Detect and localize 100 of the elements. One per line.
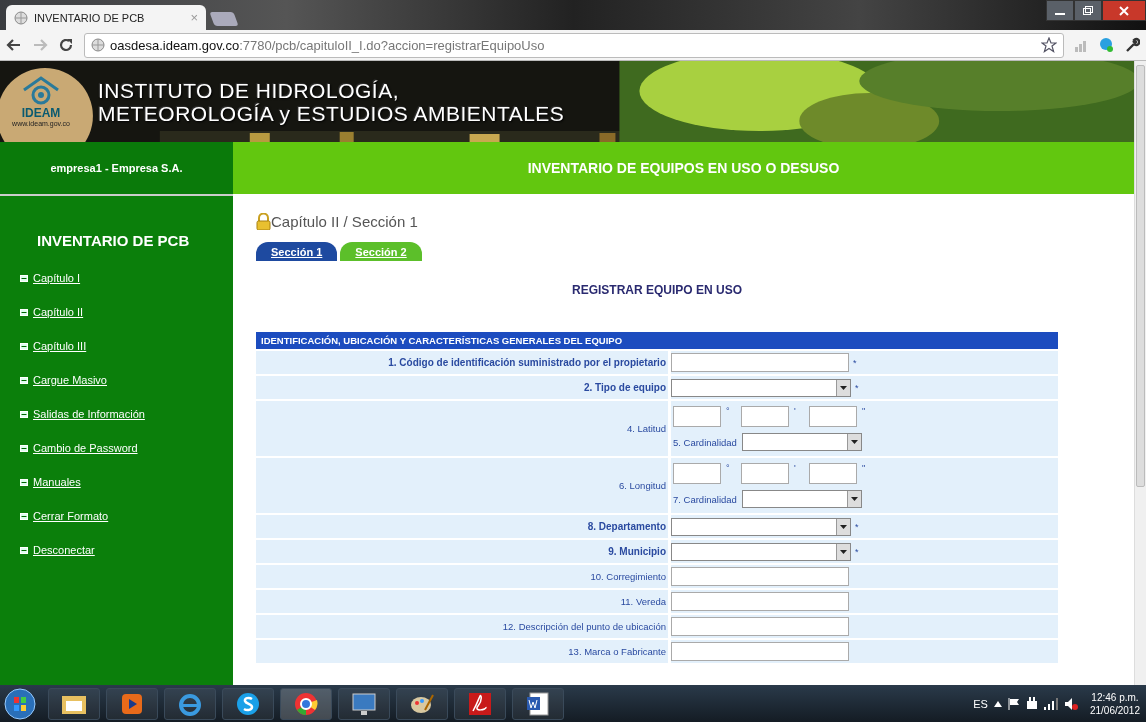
back-icon[interactable] bbox=[6, 37, 22, 53]
caret-icon bbox=[840, 524, 847, 529]
chat-s-icon[interactable] bbox=[222, 687, 274, 720]
input-field[interactable] bbox=[671, 353, 849, 372]
input-field[interactable] bbox=[809, 463, 857, 484]
scrollbar[interactable] bbox=[1134, 61, 1146, 685]
field-label: 1. Código de identificación suministrado por el propietario bbox=[256, 351, 668, 374]
input-field[interactable] bbox=[741, 463, 789, 484]
caret-icon bbox=[850, 497, 858, 501]
padlock-icon bbox=[256, 213, 271, 230]
required-mark: * bbox=[855, 546, 859, 557]
form-title: REGISTRAR EQUIPO EN USO bbox=[571, 283, 743, 297]
field-label: 11. Vereda bbox=[256, 590, 668, 613]
input-field[interactable] bbox=[673, 406, 721, 427]
unit-symbol: " bbox=[862, 406, 867, 416]
input-field[interactable] bbox=[671, 617, 849, 636]
dropdown[interactable] bbox=[671, 517, 851, 536]
maximize-icon bbox=[1082, 5, 1094, 16]
maximize-button[interactable] bbox=[1074, 0, 1102, 21]
section-header: IDENTIFICACIÓN, UBICACIÓN Y CARACTERÍSTICAS GENERALES DEL EQUIPO bbox=[256, 332, 1058, 349]
sidebar-link[interactable]: Salidas de Información bbox=[33, 408, 145, 420]
minimize-icon bbox=[1055, 12, 1065, 15]
time-text: 12:46 p.m. bbox=[1091, 690, 1139, 704]
language-indicator[interactable]: ES bbox=[973, 697, 988, 710]
caret-icon bbox=[850, 440, 858, 444]
close-button[interactable] bbox=[1102, 0, 1146, 21]
browser-tab[interactable]: INVENTARIO DE PCB × bbox=[6, 5, 206, 30]
breadcrumb: Capítulo II / Sección 1 bbox=[271, 213, 418, 230]
document-icon[interactable] bbox=[512, 687, 564, 720]
bullet-icon bbox=[20, 410, 28, 418]
sidebar-link[interactable]: Capítulo III bbox=[33, 340, 87, 352]
close-tab-button[interactable]: × bbox=[190, 10, 198, 25]
sidebar-link[interactable]: Cargue Masivo bbox=[33, 374, 107, 386]
monitor-icon[interactable] bbox=[338, 687, 390, 720]
field-label: 2. Tipo de equipo bbox=[256, 376, 668, 399]
start-button[interactable] bbox=[4, 687, 36, 720]
input-field[interactable] bbox=[741, 406, 789, 427]
input-field[interactable] bbox=[671, 642, 849, 661]
signal-bars-icon[interactable] bbox=[1043, 697, 1058, 710]
play-icon[interactable] bbox=[106, 687, 158, 720]
dropdown[interactable] bbox=[741, 433, 862, 451]
caret-icon bbox=[840, 385, 847, 390]
sidebar-link[interactable]: Cerrar Formato bbox=[33, 510, 109, 522]
dropdown[interactable] bbox=[671, 542, 851, 561]
sidebar-title: INVENTARIO DE PCB bbox=[37, 232, 191, 249]
minimize-button[interactable] bbox=[1046, 0, 1074, 21]
input-field[interactable] bbox=[671, 567, 849, 586]
field-label: 12. Descripción del punto de ubicación bbox=[256, 615, 668, 638]
house-swirl-icon bbox=[21, 76, 61, 106]
bullet-icon bbox=[20, 274, 28, 282]
required-mark: * bbox=[855, 382, 859, 393]
bullet-icon bbox=[20, 308, 28, 316]
close-icon bbox=[1118, 5, 1130, 16]
input-field[interactable] bbox=[671, 592, 849, 611]
plug-icon[interactable] bbox=[1025, 696, 1038, 711]
unit-symbol: " bbox=[862, 463, 867, 473]
wrench-icon[interactable] bbox=[1124, 37, 1140, 53]
input-field[interactable] bbox=[809, 406, 857, 427]
page-title: INVENTARIO DE EQUIPOS EN USO O DESUSO bbox=[527, 160, 840, 176]
user-name: empresa1 - Empresa S.A. bbox=[50, 162, 183, 174]
palette-icon[interactable] bbox=[396, 687, 448, 720]
sidebar-link[interactable]: Capítulo I bbox=[33, 272, 81, 284]
flag-icon[interactable] bbox=[1007, 697, 1020, 710]
pdf-icon[interactable] bbox=[454, 687, 506, 720]
required-mark: * bbox=[855, 521, 859, 532]
bullet-icon bbox=[20, 512, 28, 520]
globe-icon bbox=[91, 38, 105, 52]
logo-text: IDEAM bbox=[21, 106, 61, 120]
caret-icon bbox=[840, 549, 847, 554]
tab-title: INVENTARIO DE PCB bbox=[34, 11, 145, 24]
address-bar[interactable]: oasdesa.ideam.gov.co:7780/pcb/capituloII_I.do?accion=registrarEquipoUso bbox=[84, 32, 1064, 58]
browser-e-icon[interactable] bbox=[164, 687, 216, 720]
sidebar-link[interactable]: Desconectar bbox=[33, 544, 95, 556]
unit-symbol: ° bbox=[726, 463, 731, 473]
field-label: 6. Longitud bbox=[256, 458, 668, 513]
speaker-icon[interactable] bbox=[1063, 696, 1078, 711]
unit-symbol: ' bbox=[794, 406, 797, 416]
date-text: 21/06/2012 bbox=[1089, 703, 1140, 717]
section-tab[interactable]: Sección 1 bbox=[256, 242, 338, 261]
dropdown[interactable] bbox=[671, 378, 851, 397]
sidebar-link[interactable]: Manuales bbox=[33, 476, 81, 488]
dropdown[interactable] bbox=[741, 490, 862, 508]
required-mark: * bbox=[853, 357, 857, 368]
globe-icon bbox=[14, 10, 28, 25]
field-label: 8. Departamento bbox=[256, 515, 668, 538]
field-label: 9. Municipio bbox=[256, 540, 668, 563]
star-icon[interactable] bbox=[1041, 37, 1057, 53]
extension-icon[interactable] bbox=[1098, 37, 1114, 53]
field-label: 13. Marca o Fabricante bbox=[256, 640, 668, 663]
up-arrow-icon[interactable] bbox=[993, 700, 1002, 707]
field-label: 10. Corregimiento bbox=[256, 565, 668, 588]
sidebar-link[interactable]: Capítulo II bbox=[33, 306, 84, 318]
clock[interactable]: 12:46 p.m. 21/06/2012 bbox=[1089, 690, 1140, 717]
new-tab-button[interactable] bbox=[209, 12, 239, 26]
bullet-icon bbox=[20, 478, 28, 486]
chrome-icon[interactable] bbox=[280, 687, 332, 720]
folder-icon[interactable] bbox=[48, 687, 100, 720]
sidebar-link[interactable]: Cambio de Password bbox=[33, 442, 138, 454]
reload-icon[interactable] bbox=[58, 37, 74, 53]
input-field[interactable] bbox=[673, 463, 721, 484]
